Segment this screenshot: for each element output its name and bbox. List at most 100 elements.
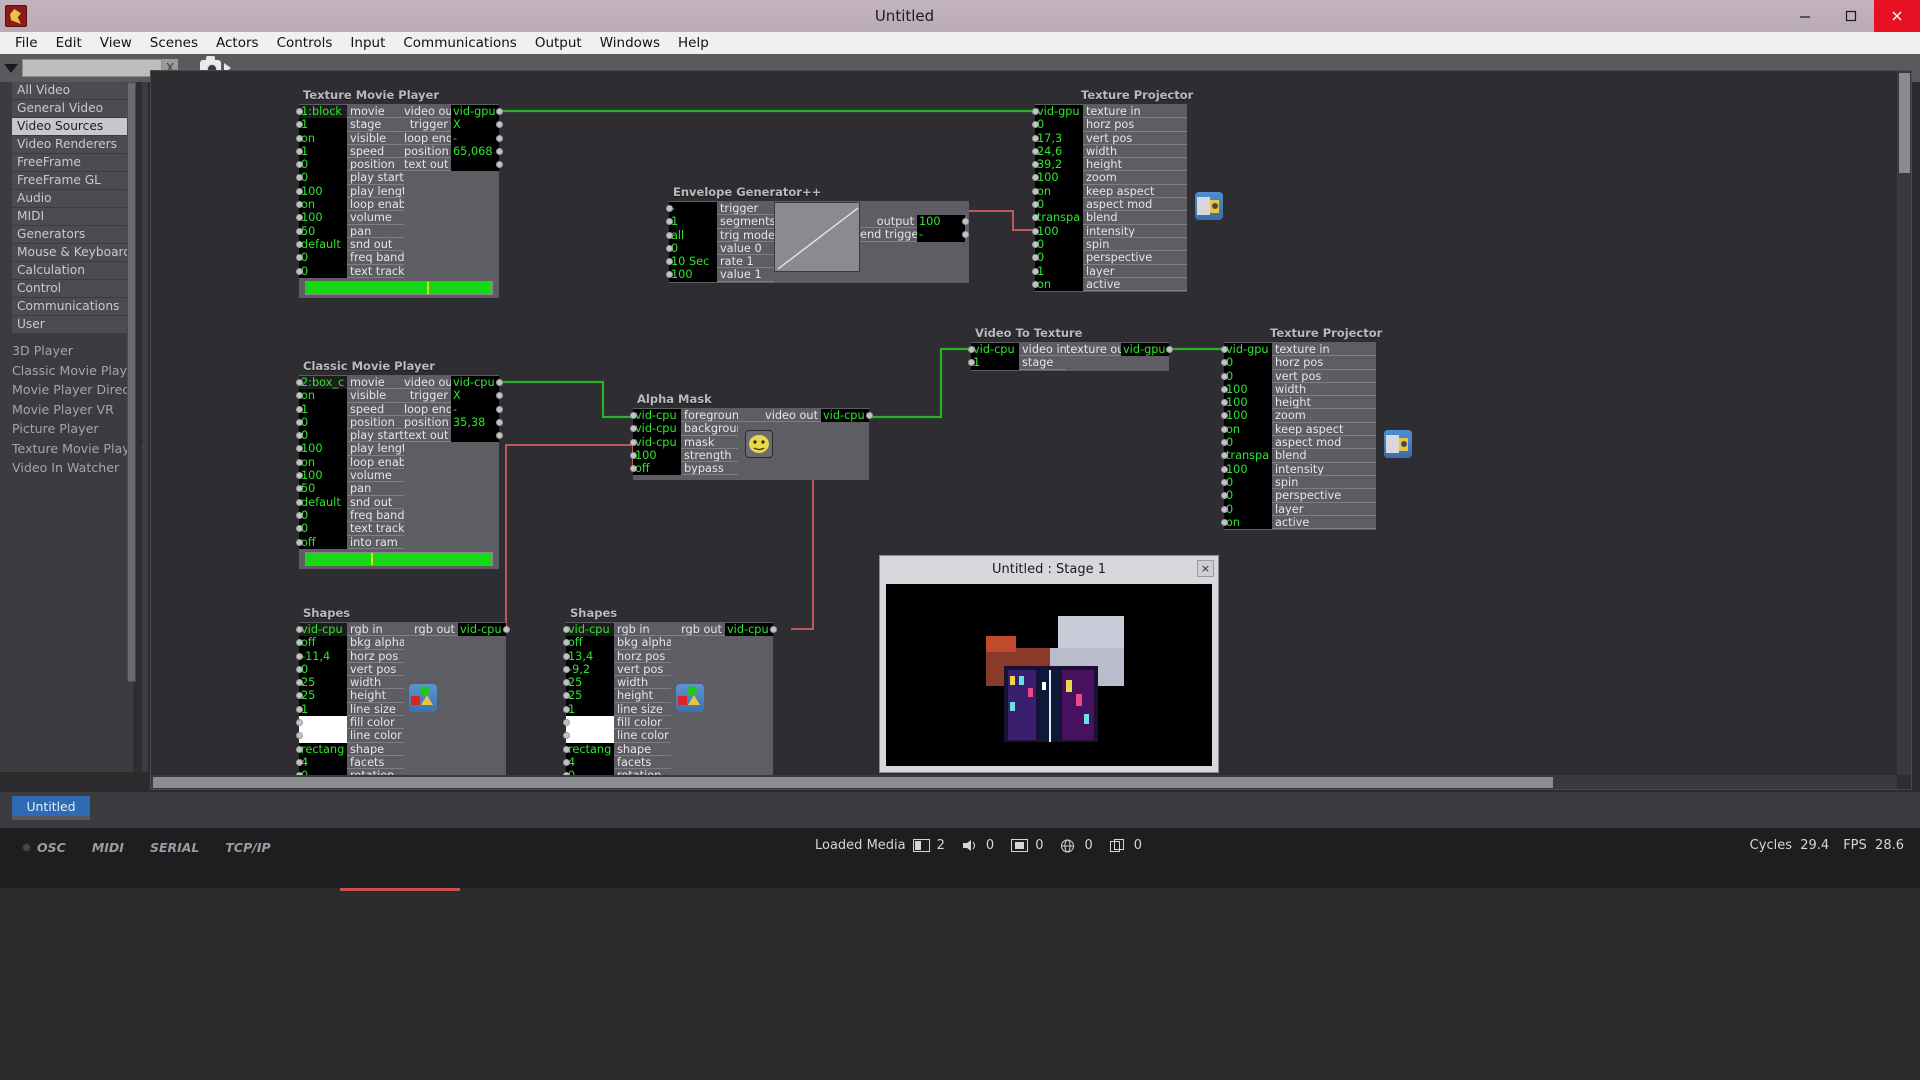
input-pin[interactable]	[665, 218, 673, 226]
input-value[interactable]: default	[299, 237, 347, 252]
input-port-row[interactable]: 0 spin	[1031, 237, 1187, 252]
output-port-row[interactable]: rgb out vid-cpu	[404, 623, 510, 637]
input-pin[interactable]	[295, 432, 303, 440]
input-port-row[interactable]: 0 horz pos	[1031, 118, 1187, 132]
input-port-row[interactable]: on active	[1220, 515, 1376, 530]
input-pin[interactable]	[562, 665, 570, 673]
input-value[interactable]: 100	[299, 211, 347, 225]
input-value[interactable]: 0	[1035, 237, 1083, 252]
input-pin[interactable]	[295, 705, 303, 713]
input-value[interactable]: 0	[299, 415, 347, 430]
input-port-row[interactable]: 0 aspect mod	[1031, 198, 1187, 212]
input-value[interactable]: 0	[1224, 436, 1272, 450]
input-value[interactable]: all	[669, 228, 717, 242]
input-value[interactable]: 0	[299, 264, 347, 278]
node-input-column[interactable]: - trigger 1 segments all trig mode 0 value 0 10 …	[665, 202, 774, 282]
input-port-row[interactable]: on visible	[295, 131, 404, 145]
input-port-row[interactable]: 0freq bands	[295, 508, 404, 523]
input-port-row[interactable]: on visible	[295, 389, 404, 403]
input-port-row[interactable]: vid-cpu rgb in	[562, 623, 671, 637]
sidebar-category-communications[interactable]: Communications	[12, 298, 142, 315]
input-value[interactable]: vid-cpu	[971, 343, 1019, 357]
input-port-row[interactable]: rectang shape	[562, 742, 671, 756]
output-port-row[interactable]: position 65,068	[404, 144, 503, 159]
input-pin[interactable]	[562, 758, 570, 766]
input-value[interactable]: 1	[299, 144, 347, 159]
input-value[interactable]: 0	[1224, 489, 1272, 503]
input-pin[interactable]	[295, 379, 303, 386]
input-pin[interactable]	[295, 639, 303, 647]
output-pin[interactable]	[495, 147, 503, 155]
input-value[interactable]: 1	[299, 402, 347, 416]
input-value[interactable]: vid-gpu	[1035, 105, 1083, 119]
input-port-row[interactable]: 1:block movie	[295, 105, 404, 119]
input-value[interactable]: 1	[299, 118, 347, 132]
input-port-row[interactable]: 0 text track	[295, 522, 404, 536]
output-value[interactable]: X	[451, 389, 499, 403]
input-port-row[interactable]: 0 position	[295, 415, 404, 430]
output-port-row[interactable]: video outvid-cpu	[404, 376, 503, 390]
input-pin[interactable]	[295, 665, 303, 673]
input-port-row[interactable]: line color	[295, 729, 404, 743]
input-pin[interactable]	[295, 240, 303, 248]
input-value[interactable]: off	[299, 636, 347, 650]
node-texture-movie-player[interactable]: Texture Movie Player 1:block movie 1 stage o…	[295, 88, 503, 298]
input-value[interactable]: -9,2	[566, 662, 614, 677]
input-port-row[interactable]: vid-cpu video in	[967, 343, 1066, 357]
output-port-row[interactable]: loop end -	[404, 402, 503, 416]
output-pin[interactable]	[769, 626, 777, 633]
input-value[interactable]: vid-gpu	[1224, 343, 1272, 357]
output-value[interactable]: -	[451, 131, 499, 145]
output-pin[interactable]	[1165, 346, 1173, 353]
input-pin[interactable]	[295, 108, 303, 115]
input-port-row[interactable]: 17,3 vert pos	[1031, 131, 1187, 145]
output-value[interactable]: vid-cpu	[821, 409, 869, 423]
input-port-row[interactable]: 100 value 1	[665, 268, 774, 282]
node-output-column[interactable]: video outvid-cputriggerXloop end-positio…	[404, 376, 503, 549]
input-port-row[interactable]: vid-cpu mask	[629, 435, 738, 449]
input-port-row[interactable]: vid-cpuforeground	[629, 409, 738, 423]
input-pin[interactable]	[629, 438, 637, 446]
input-port-row[interactable]: 0 position	[295, 158, 404, 172]
input-pin[interactable]	[1031, 280, 1039, 288]
input-value[interactable]: on	[1035, 277, 1083, 292]
input-port-row[interactable]: 0 horz pos	[1220, 356, 1376, 370]
input-pin[interactable]	[562, 679, 570, 687]
input-pin[interactable]	[295, 201, 303, 209]
close-icon[interactable]	[1874, 0, 1920, 32]
input-pin[interactable]	[1031, 267, 1039, 275]
input-port-row[interactable]: on active	[1031, 277, 1187, 292]
canvas-hscroll-thumb[interactable]	[153, 777, 1553, 788]
input-value[interactable]: 1	[299, 702, 347, 717]
node-body[interactable]: vid-cpu rgb in off bkg alpha -11,4 horz pos 0 v…	[295, 622, 510, 775]
canvas-vertical-scrollbar[interactable]	[1897, 71, 1911, 775]
input-value[interactable]: 10 Sec	[669, 255, 717, 269]
input-port-row[interactable]: 100 height	[1220, 396, 1376, 410]
input-value[interactable]	[566, 716, 614, 730]
input-pin[interactable]	[562, 719, 570, 727]
input-value[interactable]: 0	[1224, 475, 1272, 490]
output-pin[interactable]	[495, 161, 503, 169]
sidebar-category-all-video[interactable]: All Video	[12, 82, 142, 99]
output-value[interactable]: vid-cpu	[458, 623, 506, 637]
input-port-row[interactable]: -11,4 horz pos	[295, 649, 404, 663]
input-port-row[interactable]: off bkg alpha	[295, 636, 404, 650]
input-value[interactable]: off	[633, 462, 681, 476]
input-pin[interactable]	[1031, 227, 1039, 235]
output-value[interactable]: X	[451, 118, 499, 132]
input-value[interactable]: 24,6	[1035, 144, 1083, 159]
output-port-row[interactable]: texture outvid-gpu	[1066, 343, 1173, 357]
input-port-row[interactable]: off bkg alpha	[562, 636, 671, 650]
input-port-row[interactable]: - trigger	[665, 202, 774, 216]
input-port-row[interactable]: 100play length	[295, 442, 404, 456]
input-pin[interactable]	[1031, 134, 1039, 142]
node-output-column[interactable]: output 100 end trigger -	[860, 215, 969, 282]
output-pin[interactable]	[495, 405, 503, 413]
input-port-row[interactable]: 100 volume	[295, 211, 404, 225]
menu-actors[interactable]: Actors	[207, 33, 268, 53]
input-value[interactable]: vid-cpu	[633, 422, 681, 436]
envelope-curve-graph[interactable]	[774, 202, 860, 272]
input-pin[interactable]	[562, 652, 570, 660]
output-pin[interactable]	[495, 108, 503, 115]
input-port-row[interactable]: off into ram	[295, 535, 404, 549]
